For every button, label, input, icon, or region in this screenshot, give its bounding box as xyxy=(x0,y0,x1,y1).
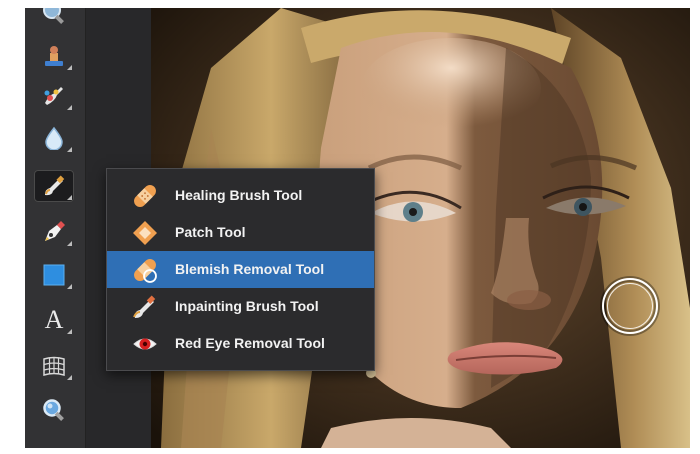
bandage-icon xyxy=(134,185,156,207)
zoom-partial-icon[interactable] xyxy=(34,8,74,28)
tools-toolbar: A xyxy=(25,8,86,448)
menu-item-inpainting-brush-tool[interactable]: Inpainting Brush Tool xyxy=(107,288,374,325)
text-tool-glyph[interactable]: A xyxy=(34,304,74,336)
mesh-warp-icon[interactable] xyxy=(34,350,74,382)
menu-item-patch-tool[interactable]: Patch Tool xyxy=(107,214,374,251)
menu-item-label: Red Eye Removal Tool xyxy=(175,335,325,351)
menu-item-label: Healing Brush Tool xyxy=(175,187,303,203)
healing-brush-group-icon[interactable] xyxy=(34,170,74,202)
patch-diamond-icon xyxy=(133,221,157,245)
inpainting-brush-icon xyxy=(133,295,156,318)
menu-item-label: Patch Tool xyxy=(175,224,246,240)
magnifier-icon[interactable] xyxy=(34,394,74,426)
blur-drop-icon[interactable] xyxy=(34,122,74,154)
menu-item-red-eye-removal-tool[interactable]: Red Eye Removal Tool xyxy=(107,325,374,362)
menu-item-label: Blemish Removal Tool xyxy=(175,261,325,277)
blemish-bandage-icon xyxy=(134,259,157,283)
menu-item-healing-brush-tool[interactable]: Healing Brush Tool xyxy=(107,177,374,214)
smudge-brush-icon[interactable] xyxy=(34,80,74,112)
brush-cursor xyxy=(602,278,658,334)
menu-item-blemish-removal-tool[interactable]: Blemish Removal Tool xyxy=(107,251,374,288)
healing-tools-flyout-menu: Healing Brush Tool Patch Tool Blemish Re… xyxy=(106,168,375,371)
pen-tool-icon[interactable] xyxy=(34,216,74,248)
app-window: A Healing Brush Tool Patch Tool Blemish … xyxy=(25,8,690,448)
red-eye-icon xyxy=(133,338,157,350)
menu-item-label: Inpainting Brush Tool xyxy=(175,298,319,314)
clone-stamp-icon[interactable] xyxy=(34,40,74,72)
rectangle-shape-icon[interactable] xyxy=(34,259,74,291)
